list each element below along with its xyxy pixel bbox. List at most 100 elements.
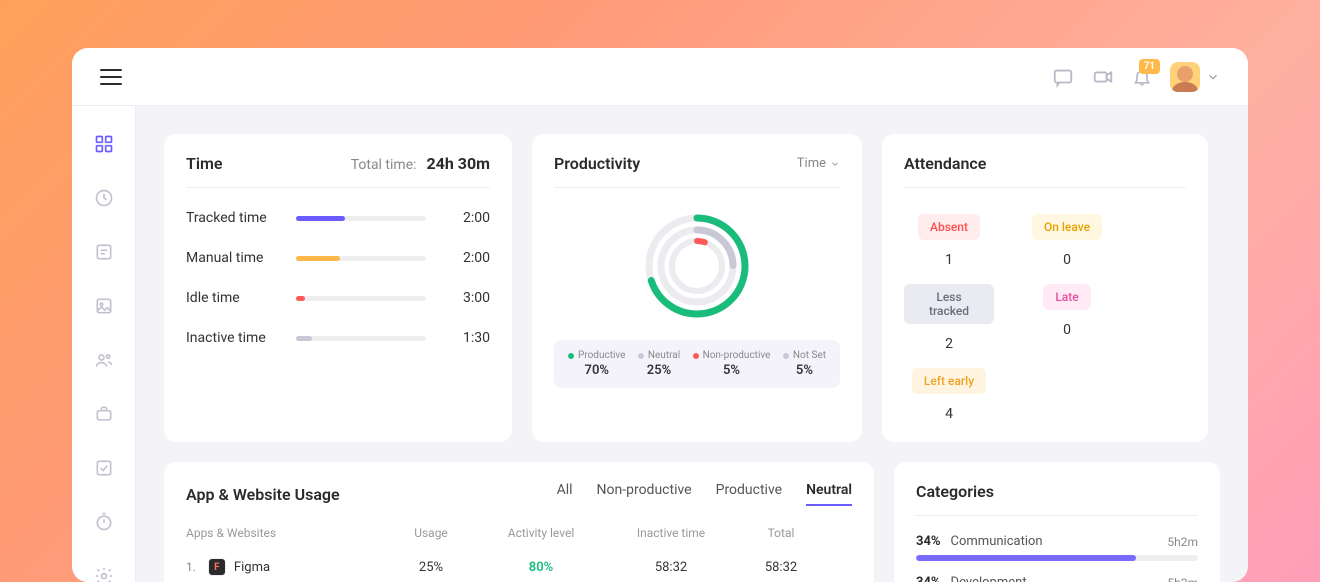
time-row-label: Tracked time — [186, 210, 296, 226]
category-pct: 34% — [916, 534, 941, 549]
productivity-card-header: Productivity Time — [554, 154, 840, 188]
category-time: 5h2m — [1167, 576, 1198, 582]
time-card-title: Time — [186, 154, 223, 173]
attendance-card-title: Attendance — [904, 154, 986, 173]
usage-tab[interactable]: Neutral — [806, 482, 852, 506]
sidebar-checkbox-icon[interactable] — [94, 458, 114, 482]
time-bar — [296, 256, 426, 261]
topbar: 71 — [72, 48, 1248, 106]
usage-card-title: App & Website Usage — [186, 485, 340, 504]
chevron-down-icon — [830, 159, 840, 169]
app-window: 71 Time — [72, 48, 1248, 582]
chevron-down-icon — [1206, 70, 1220, 84]
legend-item: Not Set5% — [783, 350, 826, 378]
usage-tabs: All Non-productive Productive Neutral — [557, 482, 852, 506]
attendance-count: 0 — [1022, 252, 1112, 268]
topbar-right: 71 — [1052, 62, 1220, 92]
main-body: Time Total time: 24h 30m Tracked time 2:… — [72, 106, 1248, 582]
attendance-item: Left early 4 — [904, 368, 994, 422]
app-icon: F — [208, 558, 226, 576]
attendance-tag[interactable]: On leave — [1032, 214, 1102, 240]
time-row-label: Manual time — [186, 250, 296, 266]
time-bar — [296, 216, 426, 221]
total-time: 58:32 — [736, 560, 826, 575]
usage-tab[interactable]: Non-productive — [597, 482, 692, 506]
attendance-card: Attendance Absent 1 On leave 0 Less tracke… — [882, 134, 1208, 442]
total-time-value: 24h 30m — [426, 154, 490, 173]
attendance-count: 1 — [904, 252, 994, 268]
menu-icon[interactable] — [100, 69, 122, 85]
sidebar-clock-icon[interactable] — [94, 188, 114, 212]
video-icon[interactable] — [1092, 66, 1114, 88]
inactive-time: 58:32 — [606, 560, 736, 575]
sidebar-document-icon[interactable] — [94, 242, 114, 266]
sidebar-timer-icon[interactable] — [94, 512, 114, 536]
categories-card: Categories 34% Communication 5h2m 34% De… — [894, 462, 1220, 582]
usage-tab[interactable]: All — [557, 482, 573, 506]
time-row: Inactive time 1:30 — [186, 330, 490, 346]
col-activity: Activity level — [476, 526, 606, 540]
category-bar — [916, 555, 1198, 561]
attendance-item: On leave 0 — [1022, 214, 1112, 268]
activity-pct: 80% — [476, 560, 606, 575]
category-row: 34% Communication 5h2m — [916, 534, 1198, 561]
profile-button[interactable] — [1170, 62, 1220, 92]
cards-row-2: App & Website Usage All Non-productive Pro… — [164, 462, 1220, 582]
app-name: Figma — [234, 560, 270, 575]
total-time-label: Total time: — [351, 157, 417, 173]
productivity-legend: Productive70%Neutral25%Non-productive5%N… — [554, 340, 840, 388]
attendance-count: 2 — [904, 336, 994, 352]
sidebar — [72, 106, 136, 582]
time-row: Manual time 2:00 — [186, 250, 490, 266]
time-bar — [296, 336, 426, 341]
time-row-value: 3:00 — [450, 290, 490, 306]
time-row-value: 1:30 — [450, 330, 490, 346]
legend-item: Productive70% — [568, 350, 625, 378]
usage-card-header: App & Website Usage All Non-productive Pro… — [186, 482, 852, 510]
sidebar-gear-icon[interactable] — [94, 566, 114, 582]
usage-tab[interactable]: Productive — [716, 482, 782, 506]
categories-card-header: Categories — [916, 482, 1198, 516]
attendance-count: 0 — [1022, 322, 1112, 338]
attendance-card-header: Attendance — [904, 154, 1186, 188]
attendance-grid: Absent 1 On leave 0 Less tracked 2 Late 0 Le… — [904, 188, 1186, 422]
time-card-header: Time Total time: 24h 30m — [186, 154, 490, 188]
category-row: 34% Development 5h2m — [916, 575, 1198, 582]
attendance-tag[interactable]: Absent — [918, 214, 980, 240]
avatar — [1170, 62, 1200, 92]
attendance-item: Absent 1 — [904, 214, 994, 268]
col-apps: Apps & Websites — [186, 526, 386, 540]
attendance-item: Less tracked 2 — [904, 284, 994, 352]
sidebar-briefcase-icon[interactable] — [94, 404, 114, 428]
usage-row: 1.FFigma 25% 80% 58:32 58:32 — [186, 550, 852, 582]
col-total: Total — [736, 526, 826, 540]
notification-badge: 71 — [1139, 59, 1160, 74]
legend-item: Non-productive5% — [693, 350, 771, 378]
attendance-tag[interactable]: Left early — [912, 368, 986, 394]
donut-chart — [554, 188, 840, 340]
time-row-value: 2:00 — [450, 250, 490, 266]
time-row-label: Idle time — [186, 290, 296, 306]
productivity-card-title: Productivity — [554, 154, 640, 173]
productivity-dropdown[interactable]: Time — [797, 156, 840, 171]
usage-pct: 25% — [386, 560, 476, 575]
bell-icon[interactable]: 71 — [1132, 67, 1152, 87]
chat-icon[interactable] — [1052, 66, 1074, 88]
productivity-card: Productivity Time — [532, 134, 862, 442]
productivity-dropdown-label: Time — [797, 156, 826, 171]
content: Time Total time: 24h 30m Tracked time 2:… — [136, 106, 1248, 582]
attendance-tag[interactable]: Late — [1043, 284, 1090, 310]
category-name: Communication — [951, 534, 1158, 549]
time-bar — [296, 296, 426, 301]
usage-card: App & Website Usage All Non-productive Pro… — [164, 462, 874, 582]
cards-row-1: Time Total time: 24h 30m Tracked time 2:… — [164, 134, 1220, 442]
sidebar-people-icon[interactable] — [94, 350, 114, 374]
sidebar-image-icon[interactable] — [94, 296, 114, 320]
time-rows: Tracked time 2:00Manual time 2:00 Idle ti… — [186, 188, 490, 346]
category-pct: 34% — [916, 575, 941, 582]
usage-rows: 1.FFigma 25% 80% 58:32 58:322.✱Slack 55%… — [186, 550, 852, 582]
attendance-tag[interactable]: Less tracked — [904, 284, 994, 324]
col-inactive: Inactive time — [606, 526, 736, 540]
sidebar-dashboard-icon[interactable] — [94, 134, 114, 158]
time-row-label: Inactive time — [186, 330, 296, 346]
